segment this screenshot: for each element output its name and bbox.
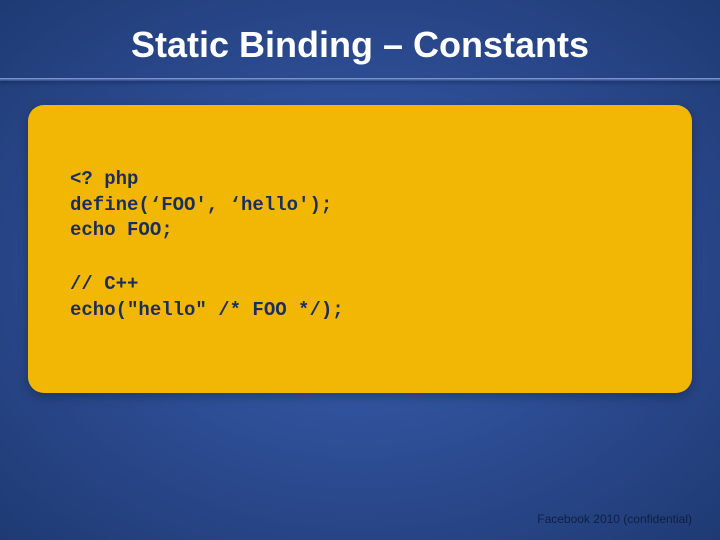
code-card: <? php define(‘FOO', ‘hello'); echo FOO;… [28,105,692,393]
title-divider [0,78,720,81]
footer-text: Facebook 2010 (confidential) [537,512,692,526]
slide-title: Static Binding – Constants [0,0,720,78]
cpp-code-block: // C++ echo("hello" /* FOO */); [70,272,650,323]
php-code-block: <? php define(‘FOO', ‘hello'); echo FOO; [70,167,650,244]
